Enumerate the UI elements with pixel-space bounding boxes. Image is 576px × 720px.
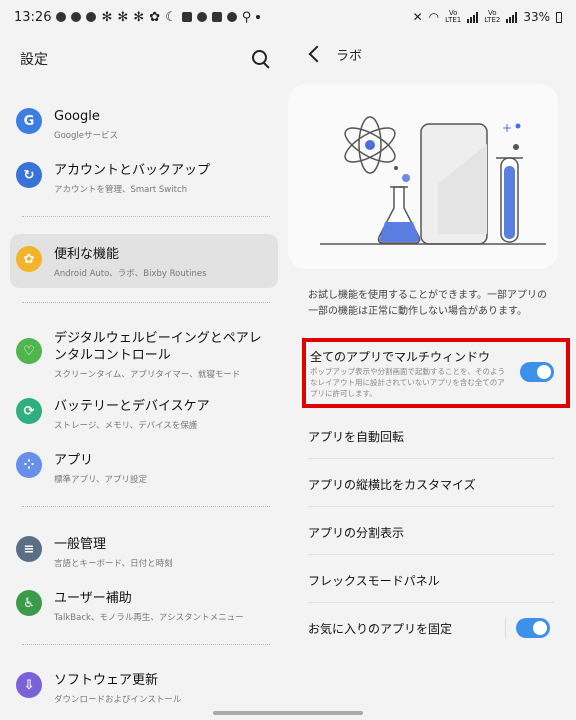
labs-description: お試し機能を使用することができます。一部アプリの一部の機能は正常に動作しない場合… <box>308 290 547 317</box>
auto-rotate-row[interactable]: アプリを自動回転 <box>298 414 564 458</box>
more-notifications-icon <box>256 15 261 19</box>
flex-mode-panel-row[interactable]: フレックスモードパネル <box>298 556 564 604</box>
settings-pane: 設定 G Google Googleサービス ↻ アカウントとバックアップアカウン… <box>0 34 288 720</box>
menu-item-title: Google <box>54 109 100 124</box>
game-icon <box>196 12 207 22</box>
google-icon: G <box>16 108 42 134</box>
game-icon <box>226 12 237 22</box>
divider <box>22 506 270 507</box>
menu-item-title: ソフトウェア更新 <box>54 673 159 688</box>
lte1-icon: Vo LTE1 <box>445 9 462 24</box>
menu-item-subtitle: ストレージ、メモリ、デバイスを保護 <box>54 421 198 431</box>
menu-item-software-update[interactable]: ⇩ ソフトウェア更新ダウンロードおよびインストール <box>10 672 278 705</box>
settings-header: 設定 <box>20 44 272 74</box>
pinwheel-icon: ✻ <box>101 9 113 25</box>
wifi-icon: ◠ <box>428 10 440 24</box>
divider <box>308 506 554 507</box>
divider <box>308 554 554 555</box>
divider <box>308 458 554 459</box>
facebook-icon <box>86 12 97 22</box>
multiwindow-toggle[interactable] <box>520 362 554 382</box>
divider <box>308 602 554 603</box>
signal-icon <box>506 11 518 23</box>
menu-item-subtitle: Googleサービス <box>54 131 118 141</box>
menu-item-title: アカウントとバックアップ <box>54 163 211 178</box>
menu-item-subtitle: Android Auto、ラボ、Bixby Routines <box>54 269 207 279</box>
svg-text:+: + <box>502 121 512 135</box>
menu-item-subtitle: TalkBack、モノラル再生、アシスタントメニュー <box>54 613 244 623</box>
battery-icon <box>556 11 562 23</box>
pin-favorite-apps-row[interactable]: お気に入りのアプリを固定 <box>298 604 564 652</box>
sliders-icon: ≡ <box>16 536 42 562</box>
menu-item-google[interactable]: G Google Googleサービス <box>10 108 278 141</box>
divider <box>22 216 270 217</box>
flower-icon: ✿ <box>149 9 161 25</box>
status-bar: 13:26 ✻ ✻ ✻ ✿ ☾ ⚲ ✕ ◠ Vo LTE1 Vo LTE2 33% <box>0 0 576 34</box>
aspect-ratio-row[interactable]: アプリの縦横比をカスタマイズ <box>298 460 564 508</box>
navigation-handle[interactable] <box>213 711 363 715</box>
moon-icon: ☾ <box>165 9 177 25</box>
menu-item-subtitle: 言語とキーボード、日付と時刻 <box>54 559 173 569</box>
option-label: アプリの縦横比をカスタマイズ <box>308 477 476 492</box>
clock: 13:26 <box>14 9 52 25</box>
apps-icon: ⁘ <box>16 452 42 478</box>
menu-item-subtitle: スクリーンタイム、アプリタイマー、就寝モード <box>54 370 241 380</box>
update-icon: ⇩ <box>16 672 42 698</box>
menu-item-apps[interactable]: ⁘ アプリ標準アプリ、アプリ設定 <box>10 452 278 485</box>
menu-item-title: ユーザー補助 <box>54 591 132 606</box>
menu-item-title: 便利な機能 <box>54 247 120 262</box>
menu-item-subtitle: アカウントを管理、Smart Switch <box>54 185 188 195</box>
menu-item-advanced-features[interactable]: ✿ 便利な機能 Android Auto、ラボ、Bixby Routines <box>10 234 278 288</box>
divider <box>505 618 506 638</box>
lte2-icon: Vo LTE2 <box>484 9 501 24</box>
option-label: お気に入りのアプリを固定 <box>308 621 453 636</box>
menu-item-subtitle: ダウンロードおよびインストール <box>54 695 182 705</box>
signal-icon <box>467 11 479 23</box>
page-title: 設定 <box>20 52 48 68</box>
divider <box>22 302 270 303</box>
menu-item-accessibility[interactable]: ♿ ユーザー補助 TalkBack、モノラル再生、アシスタントメニュー <box>10 590 278 623</box>
option-label: アプリを自動回転 <box>308 429 405 444</box>
accessibility-icon: ♿ <box>16 590 42 616</box>
back-arrow-icon[interactable] <box>308 46 322 62</box>
split-view-row[interactable]: アプリの分割表示 <box>298 508 564 556</box>
menu-item-digital-wellbeing[interactable]: ♡ デジタルウェルビーイングとペアレンタルコントロールスクリーンタイム、アプリタ… <box>10 330 278 380</box>
menu-item-battery[interactable]: ⟳ バッテリーとデバイスケアストレージ、メモリ、デバイスを保護 <box>10 398 278 431</box>
menu-item-title: バッテリーとデバイスケア <box>54 399 210 414</box>
notification-icon <box>56 12 67 22</box>
option-label: フレックスモードパネル <box>308 573 440 588</box>
gear-plus-icon: ✿ <box>16 246 42 272</box>
multiwindow-title: 全てのアプリでマルチウィンドウ <box>310 350 491 364</box>
mute-icon: ✕ <box>412 10 423 24</box>
pinwheel-icon: ✻ <box>133 9 145 25</box>
option-label: アプリの分割表示 <box>308 525 405 540</box>
menu-item-general-management[interactable]: ≡ 一般管理言語とキーボード、日付と時刻 <box>10 536 278 569</box>
divider <box>22 644 270 645</box>
notification-icon <box>71 12 82 22</box>
heart-icon: ♡ <box>16 338 42 364</box>
menu-item-title: デジタルウェルビーイングとペアレンタルコントロール <box>54 331 262 363</box>
pin-favorite-apps-toggle[interactable] <box>516 618 550 638</box>
menu-item-title: 一般管理 <box>54 537 107 552</box>
menu-item-subtitle: 標準アプリ、アプリ設定 <box>54 475 147 485</box>
lab-equipment-illustration: + <box>320 116 546 245</box>
menu-item-accounts[interactable]: ↻ アカウントとバックアップアカウントを管理、Smart Switch <box>10 162 278 195</box>
search-icon[interactable] <box>250 48 272 70</box>
menu-item-title: アプリ <box>54 453 94 468</box>
pinwheel-icon: ✻ <box>117 9 129 25</box>
device-care-icon: ⟳ <box>16 398 42 424</box>
youtube-icon <box>211 12 222 22</box>
train-icon <box>181 12 192 22</box>
battery-level: 33% <box>523 10 550 24</box>
page-title: ラボ <box>336 49 363 64</box>
bike-icon: ⚲ <box>241 9 252 25</box>
sync-icon: ↻ <box>16 162 42 188</box>
labs-illustration: + <box>288 84 558 269</box>
multiwindow-description: ポップアップ表示や分割画面で起動することを、そのようなレイアウト用に設計されてい… <box>310 367 505 398</box>
